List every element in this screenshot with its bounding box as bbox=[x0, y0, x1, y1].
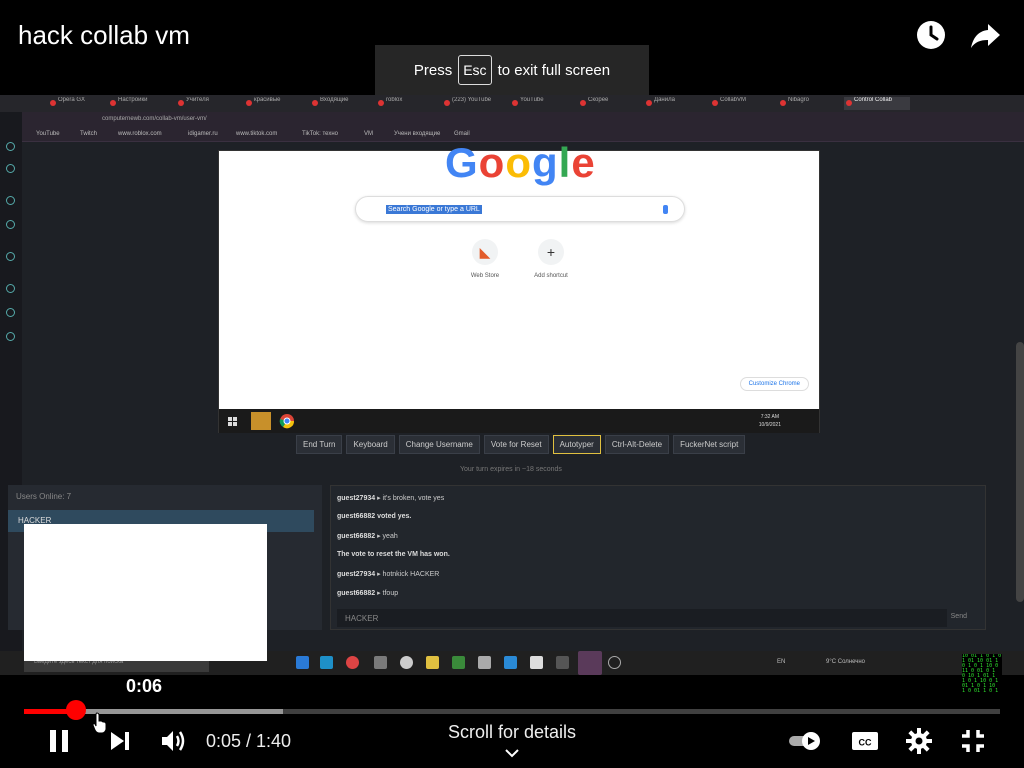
google-search-box: Search Google or type a URL bbox=[355, 196, 685, 222]
chat-line: guest27934 ▸ it's broken, vote yes bbox=[337, 495, 445, 502]
script-button: FuckerNet script bbox=[673, 435, 746, 454]
bookmark: Gmail bbox=[454, 131, 470, 137]
chat-line: guest66882 ▸ tfoup bbox=[337, 590, 399, 597]
keyboard-button: Keyboard bbox=[346, 435, 395, 454]
end-turn-button: End Turn bbox=[296, 435, 343, 454]
browser-tab: Nibagro bbox=[778, 97, 838, 110]
watch-later-icon[interactable] bbox=[914, 18, 948, 52]
app-icon bbox=[452, 656, 465, 669]
browser-tab: Скорее bbox=[578, 97, 638, 110]
chat-line: guest27934 ▸ hotnkick HACKER bbox=[337, 571, 440, 578]
browser-tab: roblox bbox=[376, 97, 436, 110]
customize-chrome-button: Customize Chrome bbox=[739, 377, 809, 391]
weather-widget: 9°C Солнечно bbox=[826, 659, 866, 665]
bookmark: www.tiktok.com bbox=[236, 131, 278, 137]
windows-start-icon bbox=[223, 412, 243, 430]
app-icon bbox=[504, 656, 517, 669]
app-icon bbox=[478, 656, 491, 669]
page-scrollbar bbox=[1016, 342, 1024, 602]
folder-icon bbox=[426, 656, 439, 669]
browser-tab-bar: Opera GX Настройки Учителя красивые Вход… bbox=[0, 95, 1024, 112]
edge-icon bbox=[320, 656, 333, 669]
shortcut-label: Add shortcut bbox=[534, 273, 568, 279]
volume-icon[interactable] bbox=[158, 726, 188, 756]
shortcut-add: + Add shortcut bbox=[521, 239, 581, 279]
browser-tab: (223) YouTube bbox=[442, 97, 502, 110]
google-logo: Google bbox=[445, 139, 596, 186]
search-placeholder: Search Google or type a URL bbox=[386, 205, 482, 214]
progress-scrubber[interactable] bbox=[66, 700, 86, 720]
chevron-down-icon[interactable] bbox=[503, 746, 521, 764]
turn-expiry-text: Your turn expires in ~18 seconds bbox=[460, 466, 562, 473]
browser-tab: CollabVM bbox=[710, 97, 770, 110]
chrome-icon bbox=[346, 656, 359, 669]
bookmark: Учени входящие bbox=[394, 131, 441, 137]
bookmark: TikTok: техно bbox=[302, 131, 338, 137]
app-icon bbox=[556, 656, 569, 669]
vote-reset-button: Vote for Reset bbox=[483, 435, 549, 454]
vm-clock: 7:32 AM 10/9/2021 bbox=[758, 414, 781, 428]
app-icon bbox=[530, 656, 543, 669]
app-icon bbox=[374, 656, 387, 669]
chat-send-button: Send bbox=[950, 613, 967, 620]
fullscreen-exit-hint: Press Esc to exit full screen bbox=[375, 45, 649, 95]
time-display: 0:05 / 1:40 bbox=[206, 731, 292, 751]
chrome-icon bbox=[277, 412, 297, 430]
keyboard-language: EN bbox=[777, 659, 786, 665]
browser-tab: Данила bbox=[644, 97, 704, 110]
browser-tab-active: Control Collab bbox=[844, 97, 910, 110]
chat-input: HACKER bbox=[337, 609, 947, 627]
plus-icon: + bbox=[538, 239, 564, 265]
pause-icon[interactable] bbox=[44, 726, 74, 756]
browser-tab: Входящие bbox=[310, 97, 370, 110]
browser-tab: YouTube bbox=[510, 97, 570, 110]
browser-tab: Opera GX bbox=[48, 97, 100, 110]
vm-screen: Google Search Google or type a URL ◣ Web… bbox=[218, 139, 820, 433]
video-title: hack collab vm bbox=[18, 20, 190, 50]
settings-gear-icon[interactable] bbox=[904, 726, 934, 756]
chat-panel: guest27934 ▸ it's broken, vote yes guest… bbox=[330, 485, 986, 630]
mic-icon bbox=[663, 205, 668, 214]
chat-line: guest66882 ▸ yeah bbox=[337, 533, 398, 540]
captions-icon[interactable]: CC bbox=[850, 728, 880, 754]
chat-line: The vote to reset the VM has won. bbox=[337, 551, 450, 558]
address-text: computernewb.com/collab-vm/user-vm/ bbox=[102, 116, 207, 122]
vm-control-buttons: End Turn Keyboard Change Username Vote f… bbox=[296, 435, 746, 454]
exit-fullscreen-icon[interactable] bbox=[958, 726, 988, 756]
autotyper-button: Autotyper bbox=[552, 435, 601, 454]
bookmark: www.roblox.com bbox=[118, 131, 162, 137]
shortcut-label: Web Store bbox=[470, 273, 500, 279]
users-header: Users Online: 7 bbox=[16, 492, 72, 501]
shortcut-web-store: ◣ Web Store bbox=[455, 239, 515, 279]
next-icon[interactable] bbox=[106, 728, 134, 754]
file-explorer-icon bbox=[251, 412, 271, 430]
app-icon bbox=[296, 656, 309, 669]
bookmark: Twitch bbox=[80, 131, 98, 137]
change-username-button: Change Username bbox=[398, 435, 480, 454]
bookmark: VM bbox=[364, 131, 373, 137]
app-icon bbox=[400, 656, 413, 669]
chat-line: guest66882 voted yes. bbox=[337, 513, 412, 520]
browser-tab: Учителя bbox=[176, 97, 236, 110]
app-icon bbox=[608, 656, 621, 669]
scrub-preview-time: 0:06 bbox=[126, 676, 163, 696]
svg-text:CC: CC bbox=[859, 738, 872, 748]
autoplay-toggle-icon[interactable] bbox=[786, 728, 824, 754]
bookmark: idigamer.ru bbox=[188, 131, 218, 137]
web-store-icon: ◣ bbox=[472, 239, 498, 265]
browser-tab: красивые bbox=[244, 97, 304, 110]
bookmark: YouTube bbox=[36, 131, 60, 137]
matrix-thumbnail: 10 01 1 0 1 01 01 10 01 10 1 0 1 10 0 11 … bbox=[962, 654, 1002, 696]
app-icon-active bbox=[578, 651, 602, 675]
white-overlay-box bbox=[24, 524, 267, 661]
esc-key: Esc bbox=[458, 55, 492, 85]
vm-taskbar: 7:32 AM 10/9/2021 bbox=[219, 409, 819, 433]
progress-bar[interactable] bbox=[24, 709, 1000, 714]
address-bar: computernewb.com/collab-vm/user-vm/ bbox=[22, 112, 1024, 128]
ctrl-alt-delete-button: Ctrl-Alt-Delete bbox=[604, 435, 670, 454]
scroll-for-details[interactable]: Scroll for details bbox=[400, 722, 624, 743]
browser-tab: Настройки bbox=[108, 97, 168, 110]
share-icon[interactable] bbox=[968, 18, 1002, 52]
